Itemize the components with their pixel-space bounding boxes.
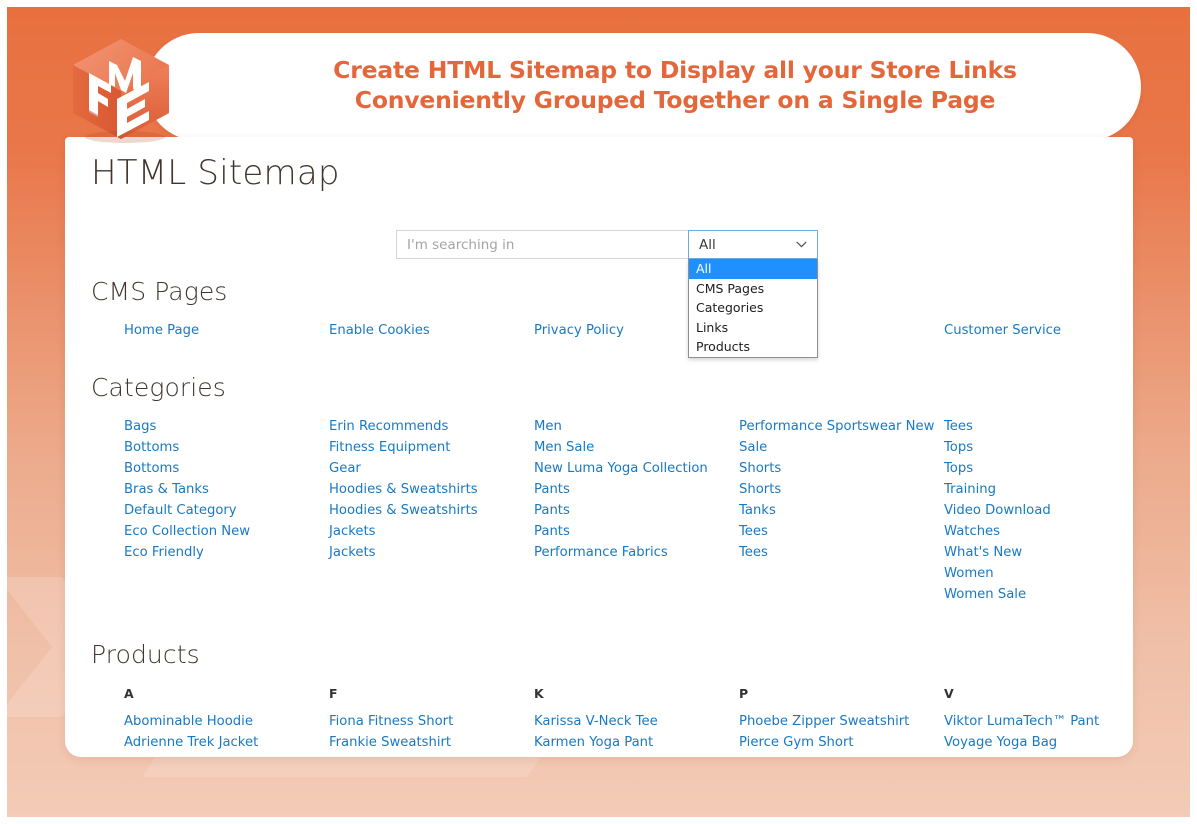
section-cms-pages: CMS Pages Home PageEnable CookiesPrivacy… <box>91 277 1111 341</box>
sitemap-link[interactable]: Default Category <box>124 500 329 521</box>
scope-option-products[interactable]: Products <box>689 337 817 357</box>
section-title-products: Products <box>91 640 1111 669</box>
sitemap-link[interactable]: Video Download <box>944 500 1149 521</box>
sitemap-link[interactable]: Women Sale <box>944 584 1149 605</box>
sitemap-link[interactable]: Watches <box>944 521 1149 542</box>
column: TeesTopsTopsTrainingVideo DownloadWatche… <box>944 416 1149 605</box>
sitemap-link[interactable]: Customer Service <box>944 320 1149 341</box>
sitemap-link[interactable]: New Luma Yoga Collection <box>534 458 739 479</box>
sitemap-link[interactable]: Tees <box>944 416 1149 437</box>
sitemap-link[interactable]: Tops <box>944 437 1149 458</box>
column: Home Page <box>124 320 329 341</box>
sitemap-link[interactable]: Home Page <box>124 320 329 341</box>
promo-banner-text: Create HTML Sitemap to Display all your … <box>265 55 1085 115</box>
scope-select-value: All <box>699 237 716 253</box>
sitemap-link[interactable]: Men <box>534 416 739 437</box>
page-title: HTML Sitemap <box>91 153 340 193</box>
sitemap-link[interactable]: Shorts <box>739 479 944 500</box>
sitemap-link[interactable]: Bags <box>124 416 329 437</box>
section-categories: Categories BagsBottomsBottomsBras & Tank… <box>91 373 1111 605</box>
column: MenMen SaleNew Luma Yoga CollectionPants… <box>534 416 739 605</box>
sitemap-link[interactable]: Hoodies & Sweatshirts <box>329 479 534 500</box>
sitemap-link[interactable]: Women <box>944 563 1149 584</box>
promo-banner: Create HTML Sitemap to Display all your … <box>145 33 1141 141</box>
sitemap-link[interactable]: Bras & Tanks <box>124 479 329 500</box>
column: Erin RecommendsFitness EquipmentGearHood… <box>329 416 534 605</box>
sitemap-link[interactable]: Bottoms <box>124 458 329 479</box>
column: Performance Sportswear NewSaleShortsShor… <box>739 416 944 605</box>
scope-select[interactable]: All <box>688 230 818 259</box>
sitemap-link[interactable]: Tanks <box>739 500 944 521</box>
scope-option-all[interactable]: All <box>689 259 817 279</box>
sitemap-link[interactable]: Bottoms <box>124 437 329 458</box>
sitemap-card: HTML Sitemap All AllCMS PagesCategoriesL… <box>65 137 1133 757</box>
search-input[interactable] <box>396 230 688 259</box>
sitemap-link[interactable]: Men Sale <box>534 437 739 458</box>
sitemap-link[interactable]: Karmen Yoga Pant <box>534 732 739 753</box>
column: Customer Service <box>944 320 1149 341</box>
column: P Phoebe Zipper SweatshirtPierce Gym Shor… <box>739 683 944 753</box>
column: K Karissa V-Neck TeeKarmen Yoga Pant <box>534 683 739 753</box>
sitemap-link[interactable]: Performance Fabrics <box>534 542 739 563</box>
fme-logo <box>65 35 177 143</box>
alpha-group-letter: P <box>739 683 944 704</box>
scope-option-categories[interactable]: Categories <box>689 298 817 318</box>
scope-option-links[interactable]: Links <box>689 318 817 338</box>
column: F Fiona Fitness ShortFrankie Sweatshirt <box>329 683 534 753</box>
column: Enable Cookies <box>329 320 534 341</box>
sitemap-link[interactable]: Fitness Equipment <box>329 437 534 458</box>
sitemap-link[interactable]: Voyage Yoga Bag <box>944 732 1149 753</box>
sitemap-link[interactable]: Pants <box>534 479 739 500</box>
sitemap-link[interactable]: Sale <box>739 437 944 458</box>
sitemap-link[interactable]: Viktor LumaTech™ Pant <box>944 711 1149 732</box>
sitemap-link[interactable]: Training <box>944 479 1149 500</box>
sitemap-search-row: All AllCMS PagesCategoriesLinksProducts <box>396 230 818 259</box>
section-columns-cms-pages: Home PageEnable CookiesPrivacy PolicyCus… <box>91 320 1111 341</box>
sitemap-link[interactable]: Gear <box>329 458 534 479</box>
sitemap-link[interactable]: Pierce Gym Short <box>739 732 944 753</box>
sitemap-link[interactable]: Jackets <box>329 542 534 563</box>
sitemap-link[interactable]: Frankie Sweatshirt <box>329 732 534 753</box>
promo-line-2: Conveniently Grouped Together on a Singl… <box>265 85 1085 115</box>
page-background: Create HTML Sitemap to Display all your … <box>7 7 1190 817</box>
sitemap-link[interactable]: Performance Sportswear New <box>739 416 944 437</box>
sitemap-link[interactable]: Enable Cookies <box>329 320 534 341</box>
sitemap-link[interactable]: Adrienne Trek Jacket <box>124 732 329 753</box>
sitemap-link[interactable]: Eco Collection New <box>124 521 329 542</box>
section-title-cms-pages: CMS Pages <box>91 277 1111 306</box>
sitemap-link[interactable]: Erin Recommends <box>329 416 534 437</box>
column: V Viktor LumaTech™ PantVoyage Yoga Bag <box>944 683 1149 753</box>
sitemap-link[interactable]: Tees <box>739 521 944 542</box>
section-columns-products: AAbominable HoodieAdrienne Trek JacketFF… <box>91 683 1111 753</box>
sitemap-link[interactable]: What's New <box>944 542 1149 563</box>
sitemap-link[interactable]: Eco Friendly <box>124 542 329 563</box>
promo-line-1: Create HTML Sitemap to Display all your … <box>333 56 1017 84</box>
alpha-group-letter: A <box>124 683 329 704</box>
chevron-down-icon <box>796 241 807 248</box>
scope-dropdown-list[interactable]: AllCMS PagesCategoriesLinksProducts <box>688 259 818 358</box>
section-products: Products A Abominable HoodieAdrienne Trek… <box>91 640 1111 753</box>
sitemap-link[interactable]: Fiona Fitness Short <box>329 711 534 732</box>
sitemap-link[interactable]: Pants <box>534 500 739 521</box>
alpha-group-letter: F <box>329 683 534 704</box>
sitemap-link[interactable]: Karissa V-Neck Tee <box>534 711 739 732</box>
sitemap-link[interactable]: Abominable Hoodie <box>124 711 329 732</box>
sitemap-link[interactable]: Phoebe Zipper Sweatshirt <box>739 711 944 732</box>
sitemap-link[interactable]: Jackets <box>329 521 534 542</box>
scope-option-cms-pages[interactable]: CMS Pages <box>689 279 817 299</box>
column: A Abominable HoodieAdrienne Trek Jacket <box>124 683 329 753</box>
scope-select-wrapper: All AllCMS PagesCategoriesLinksProducts <box>688 230 818 259</box>
alpha-group-letter: K <box>534 683 739 704</box>
sitemap-link[interactable]: Pants <box>534 521 739 542</box>
sitemap-link[interactable]: Tees <box>739 542 944 563</box>
sitemap-link[interactable]: Tops <box>944 458 1149 479</box>
section-title-categories: Categories <box>91 373 1111 402</box>
section-columns-categories: BagsBottomsBottomsBras & TanksDefault Ca… <box>91 416 1111 605</box>
sitemap-link[interactable]: Shorts <box>739 458 944 479</box>
column: BagsBottomsBottomsBras & TanksDefault Ca… <box>124 416 329 605</box>
sitemap-link[interactable]: Hoodies & Sweatshirts <box>329 500 534 521</box>
alpha-group-letter: V <box>944 683 1149 704</box>
